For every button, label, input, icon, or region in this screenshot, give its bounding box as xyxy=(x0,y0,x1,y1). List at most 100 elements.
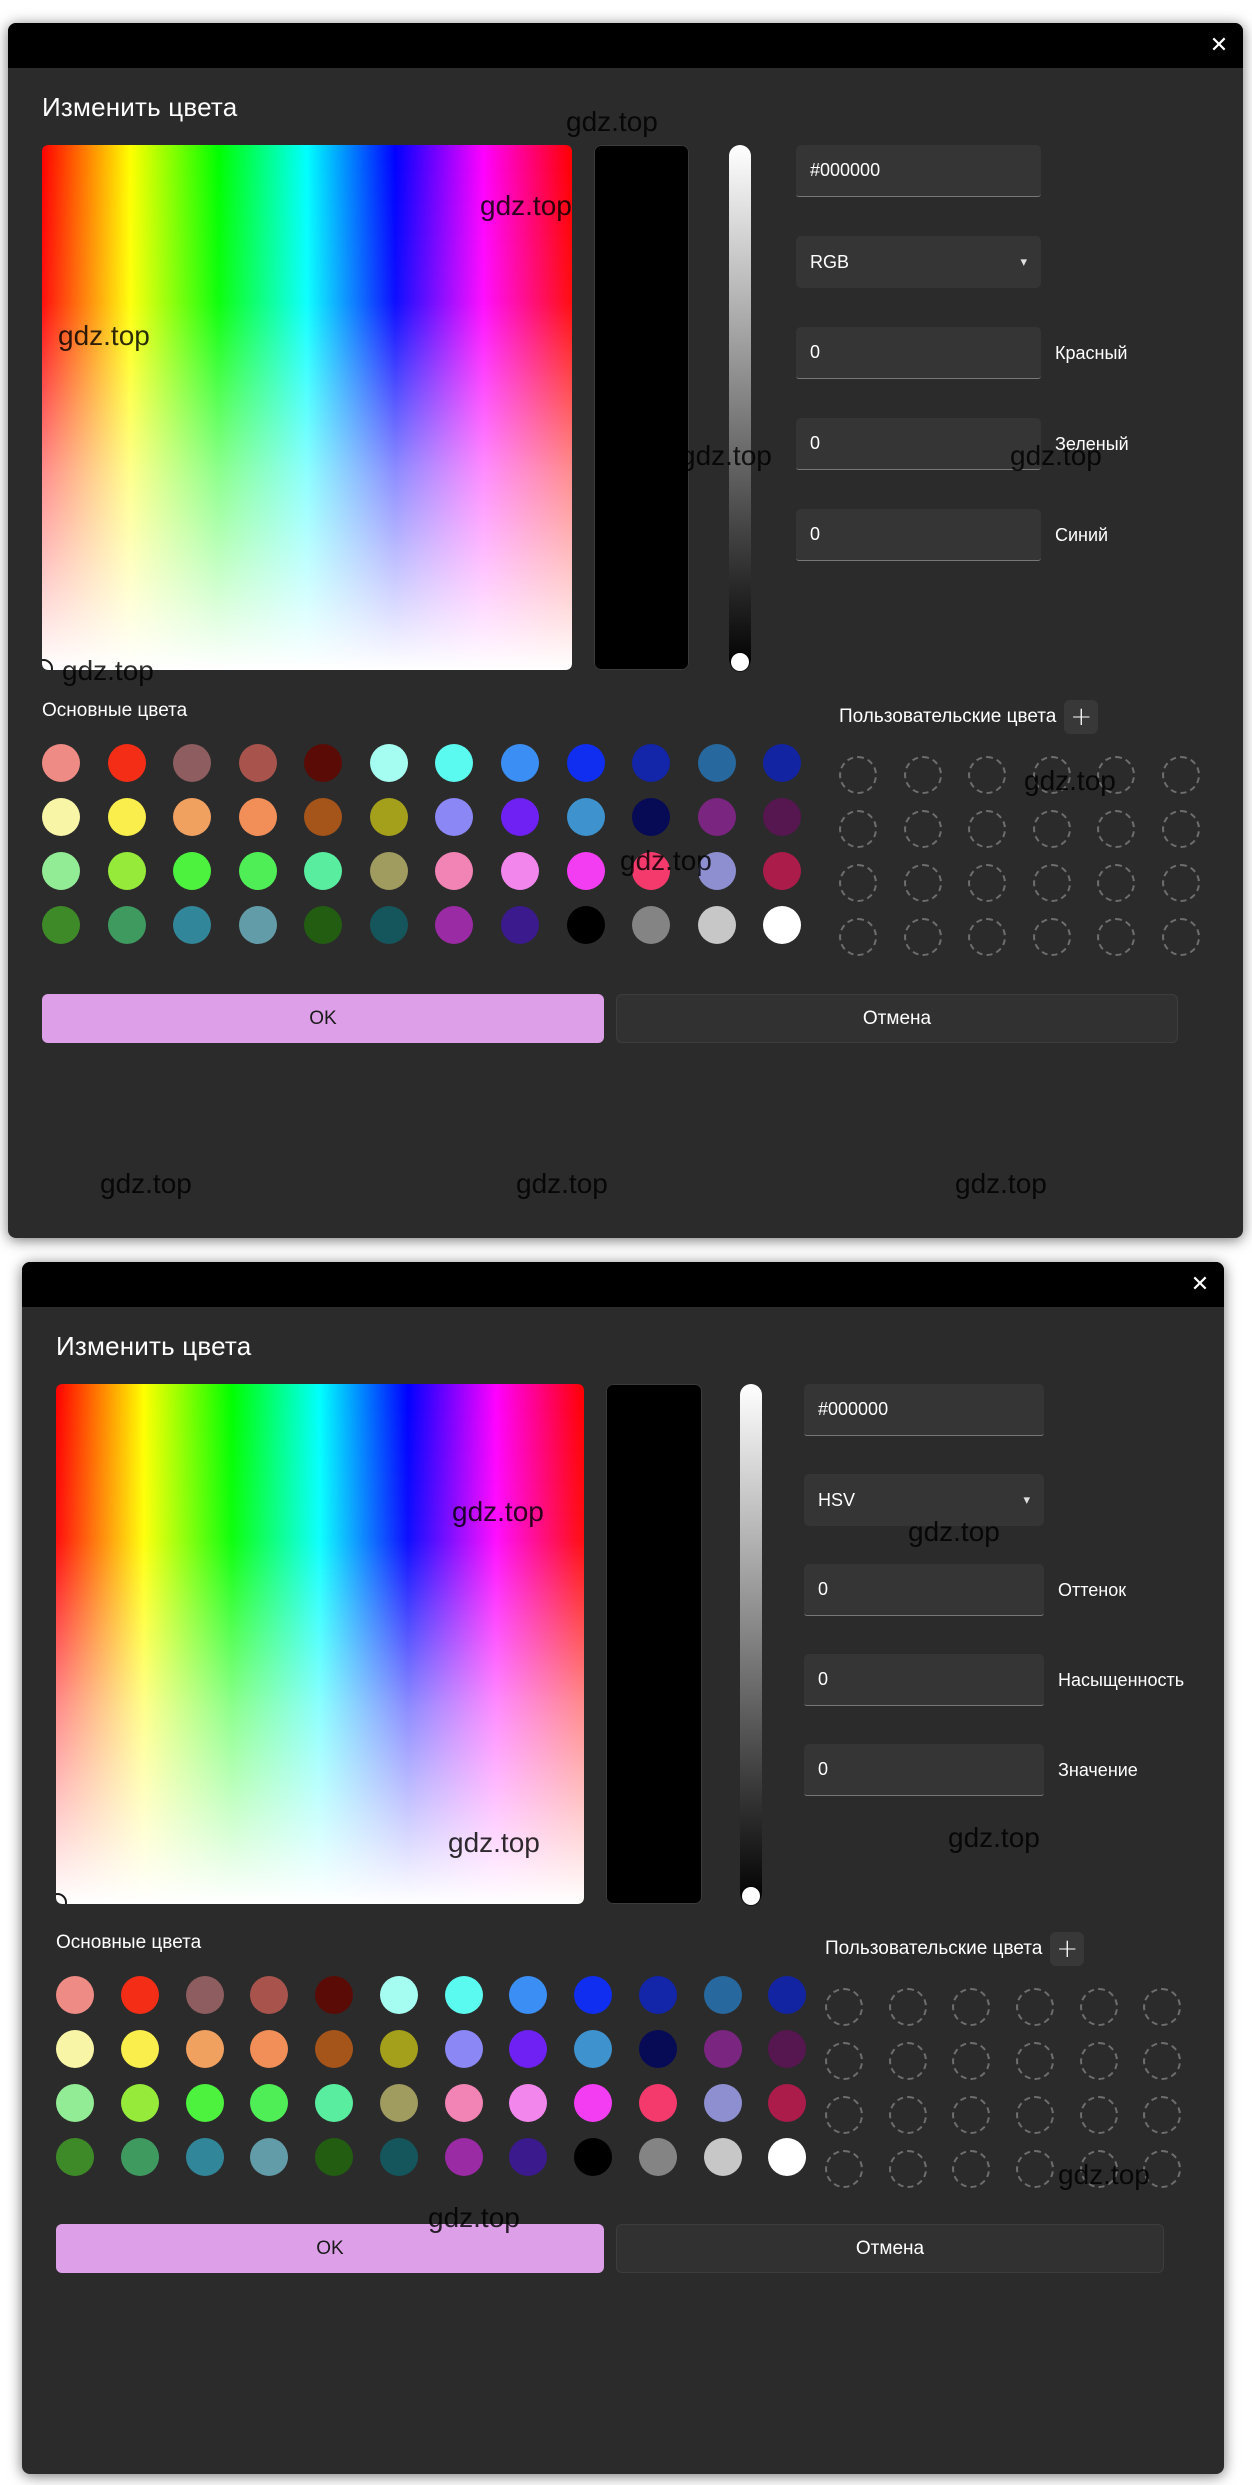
color-swatch[interactable] xyxy=(435,798,474,836)
color-swatch[interactable] xyxy=(574,1976,612,2014)
color-swatch[interactable] xyxy=(509,1976,548,2014)
color-swatch[interactable] xyxy=(250,2084,289,2122)
custom-color-slot-empty[interactable] xyxy=(968,810,1006,848)
custom-color-slot-empty[interactable] xyxy=(825,1988,863,2026)
custom-color-slot-empty[interactable] xyxy=(1079,2096,1118,2134)
color-swatch[interactable] xyxy=(56,2030,94,2068)
custom-color-slot-empty[interactable] xyxy=(1143,2042,1182,2080)
color-swatch[interactable] xyxy=(703,1976,742,2014)
color-swatch[interactable] xyxy=(369,798,408,836)
custom-color-slot-empty[interactable] xyxy=(1079,1988,1118,2026)
ok-button[interactable]: OK xyxy=(56,2224,604,2273)
color-swatch[interactable] xyxy=(369,744,408,782)
custom-color-slot-empty[interactable] xyxy=(903,756,942,794)
custom-color-slot-empty[interactable] xyxy=(1032,864,1071,902)
color-swatch[interactable] xyxy=(703,2030,742,2068)
red-input[interactable]: 0 xyxy=(796,327,1041,379)
custom-color-slot-empty[interactable] xyxy=(1097,756,1135,794)
color-swatch[interactable] xyxy=(42,852,80,890)
color-swatch[interactable] xyxy=(173,906,212,944)
custom-color-slot-empty[interactable] xyxy=(1016,1988,1054,2026)
plus-icon[interactable]: + xyxy=(1050,1932,1085,1966)
hue-input[interactable]: 0 xyxy=(804,1564,1044,1616)
color-swatch[interactable] xyxy=(632,798,671,836)
color-swatch[interactable] xyxy=(638,1976,677,2014)
color-swatch[interactable] xyxy=(315,2138,353,2176)
color-swatch[interactable] xyxy=(574,2138,612,2176)
custom-color-slot-empty[interactable] xyxy=(903,918,942,956)
color-swatch[interactable] xyxy=(435,906,474,944)
color-swatch[interactable] xyxy=(574,2030,612,2068)
value-input[interactable]: 0 xyxy=(804,1744,1044,1796)
custom-color-slot-empty[interactable] xyxy=(888,2042,927,2080)
custom-color-slot-empty[interactable] xyxy=(1032,756,1071,794)
color-swatch[interactable] xyxy=(56,2084,94,2122)
color-swatch[interactable] xyxy=(444,2138,483,2176)
custom-color-slot-empty[interactable] xyxy=(952,1988,991,2026)
ok-button[interactable]: OK xyxy=(42,994,604,1043)
custom-color-slot-empty[interactable] xyxy=(968,864,1006,902)
custom-color-slot-empty[interactable] xyxy=(839,918,877,956)
cancel-button[interactable]: Отмена xyxy=(616,994,1178,1043)
custom-color-slot-empty[interactable] xyxy=(888,2096,927,2134)
hex-input[interactable]: #000000 xyxy=(804,1384,1044,1436)
custom-color-slot-empty[interactable] xyxy=(1161,756,1200,794)
custom-color-slot-empty[interactable] xyxy=(888,1988,927,2026)
custom-color-slot-empty[interactable] xyxy=(839,810,877,848)
color-swatch[interactable] xyxy=(107,744,146,782)
color-swatch[interactable] xyxy=(250,1976,289,2014)
color-swatch[interactable] xyxy=(501,798,540,836)
color-swatch[interactable] xyxy=(42,906,80,944)
color-swatch[interactable] xyxy=(768,2084,807,2122)
brightness-slider[interactable] xyxy=(740,1384,762,1905)
custom-color-slot-empty[interactable] xyxy=(825,2042,863,2080)
custom-color-slot-empty[interactable] xyxy=(1016,2150,1054,2188)
plus-icon[interactable]: + xyxy=(1064,700,1099,734)
color-swatch[interactable] xyxy=(120,2030,159,2068)
close-icon[interactable]: ✕ xyxy=(1176,1262,1224,1307)
color-swatch[interactable] xyxy=(369,852,408,890)
custom-color-slot-empty[interactable] xyxy=(968,756,1006,794)
color-swatch[interactable] xyxy=(42,744,80,782)
cancel-button[interactable]: Отмена xyxy=(616,2224,1164,2273)
spectrum-canvas[interactable] xyxy=(42,145,572,670)
custom-color-slot-empty[interactable] xyxy=(968,918,1006,956)
custom-color-slot-empty[interactable] xyxy=(825,2096,863,2134)
color-swatch[interactable] xyxy=(185,2030,224,2068)
color-swatch[interactable] xyxy=(185,2084,224,2122)
color-swatch[interactable] xyxy=(185,1976,224,2014)
color-swatch[interactable] xyxy=(638,2030,677,2068)
color-swatch[interactable] xyxy=(250,2030,289,2068)
color-swatch[interactable] xyxy=(120,2138,159,2176)
color-swatch[interactable] xyxy=(435,744,474,782)
color-mode-select[interactable]: RGB ▾ xyxy=(796,236,1041,288)
color-swatch[interactable] xyxy=(697,744,736,782)
color-swatch[interactable] xyxy=(444,2084,483,2122)
color-swatch[interactable] xyxy=(501,906,540,944)
color-swatch[interactable] xyxy=(250,2138,289,2176)
color-swatch[interactable] xyxy=(697,852,736,890)
color-swatch[interactable] xyxy=(238,852,277,890)
custom-color-slot-empty[interactable] xyxy=(903,864,942,902)
color-swatch[interactable] xyxy=(566,798,605,836)
color-swatch[interactable] xyxy=(703,2138,742,2176)
brightness-slider[interactable] xyxy=(729,145,751,671)
custom-color-slot-empty[interactable] xyxy=(1161,864,1200,902)
color-swatch[interactable] xyxy=(763,906,802,944)
custom-color-slot-empty[interactable] xyxy=(952,2150,991,2188)
color-swatch[interactable] xyxy=(768,2138,807,2176)
color-swatch[interactable] xyxy=(379,2030,418,2068)
color-swatch[interactable] xyxy=(509,2084,548,2122)
custom-color-slot-empty[interactable] xyxy=(1143,2096,1182,2134)
color-swatch[interactable] xyxy=(185,2138,224,2176)
color-swatch[interactable] xyxy=(238,744,277,782)
color-swatch[interactable] xyxy=(379,1976,418,2014)
color-swatch[interactable] xyxy=(632,744,671,782)
color-swatch[interactable] xyxy=(768,2030,807,2068)
color-swatch[interactable] xyxy=(304,852,343,890)
custom-color-slot-empty[interactable] xyxy=(1032,810,1071,848)
custom-color-slot-empty[interactable] xyxy=(839,756,877,794)
color-swatch[interactable] xyxy=(632,852,671,890)
color-swatch[interactable] xyxy=(501,744,540,782)
saturation-input[interactable]: 0 xyxy=(804,1654,1044,1706)
